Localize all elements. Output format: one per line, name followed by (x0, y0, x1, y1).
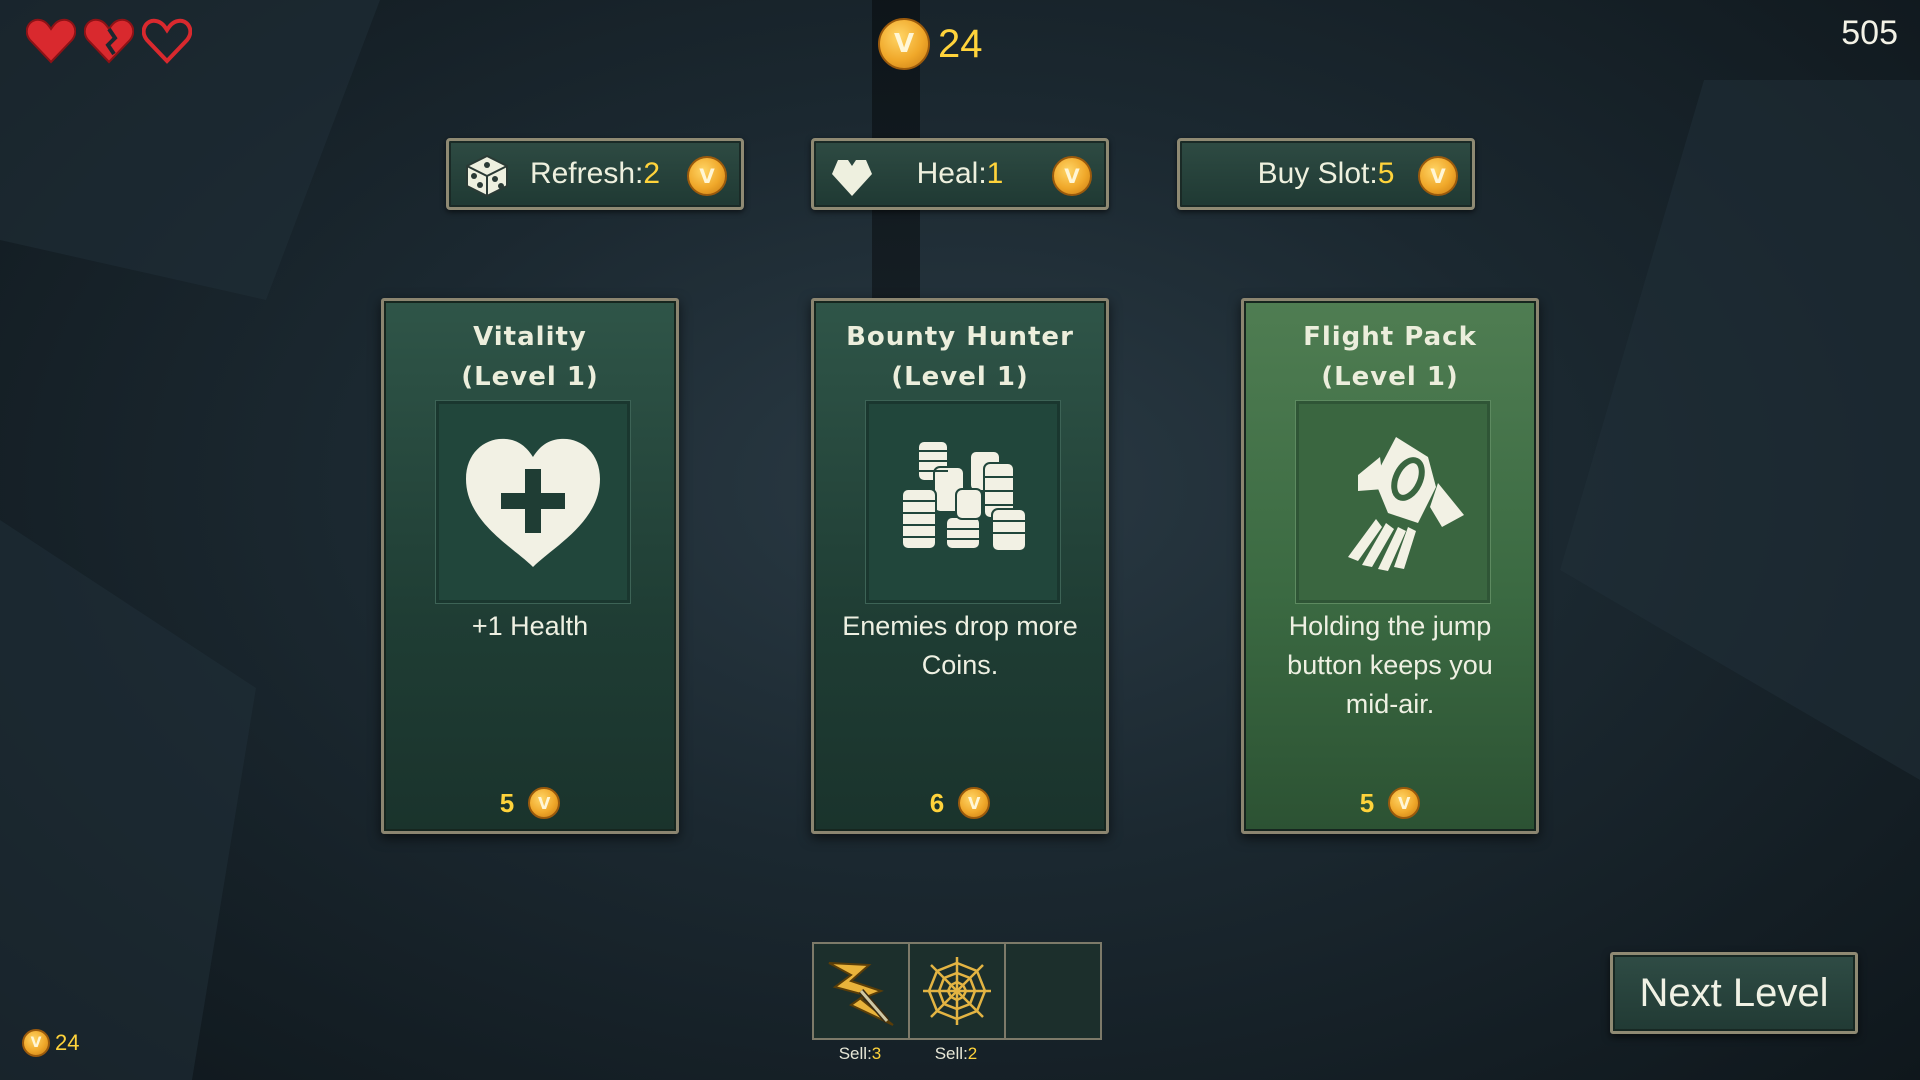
sell-text: Sell: (838, 1044, 872, 1063)
coin-icon: ᐯ (1052, 156, 1092, 196)
card-price-value: 5 (1359, 787, 1375, 818)
card-art (436, 401, 630, 603)
refresh-button[interactable]: Refresh:2 ᐯ (446, 138, 744, 210)
card-price: 5 ᐯ (384, 787, 676, 819)
inventory-bar (812, 942, 1102, 1040)
card-description: +1 Health (471, 611, 589, 641)
inventory-slot-1[interactable] (812, 942, 910, 1040)
upgrade-card-vitality[interactable]: Vitality (Level 1) +1 Health 5 ᐯ (381, 298, 679, 834)
coin-counter-small: ᐯ 24 (22, 1029, 79, 1057)
card-name: Flight Pack (1303, 322, 1477, 352)
card-level: (Level 1) (461, 362, 599, 392)
lightning-sword-icon (828, 962, 894, 1026)
heal-cost: 1 (986, 157, 1004, 190)
inventory-slot-2[interactable] (908, 942, 1006, 1040)
coin-icon: ᐯ (958, 787, 991, 819)
card-name: Bounty Hunter (846, 322, 1074, 352)
card-price: 6 ᐯ (814, 787, 1106, 819)
buy-slot-text: Buy Slot: (1257, 157, 1378, 190)
heart-plus-icon (466, 438, 600, 567)
card-name: Vitality (473, 322, 587, 352)
background-rock (0, 520, 256, 1080)
card-price-value: 6 (929, 787, 945, 818)
card-price: 5 ᐯ (1244, 787, 1536, 819)
coin-amount-small: 24 (55, 1030, 80, 1055)
refresh-cost: 2 (643, 157, 661, 190)
coin-icon: ᐯ (22, 1029, 50, 1057)
coin-stacks-icon (901, 440, 1027, 552)
buy-slot-cost: 5 (1377, 157, 1395, 190)
heart-cracked-icon (84, 18, 134, 64)
sell-label-2[interactable]: Sell:2 (908, 1044, 1004, 1064)
score: 505 (1841, 14, 1898, 52)
card-description: Holding the jump button keeps you mid-ai… (1287, 611, 1493, 719)
coin-icon: ᐯ (687, 156, 727, 196)
card-price-value: 5 (499, 787, 515, 818)
coin-icon: ᐯ (1418, 156, 1458, 196)
spider-web-icon (923, 957, 991, 1025)
heart-full-icon (26, 18, 76, 64)
card-title: Flight Pack (Level 1) (1244, 317, 1536, 397)
coin-icon: ᐯ (1388, 787, 1421, 819)
heart-empty-icon (142, 18, 192, 64)
card-art (866, 401, 1060, 603)
next-level-button[interactable]: Next Level (1610, 952, 1858, 1034)
card-title: Vitality (Level 1) (384, 317, 676, 397)
card-title: Bounty Hunter (Level 1) (814, 317, 1106, 397)
health-hearts (26, 18, 192, 64)
coin-counter: ᐯ 24 (878, 18, 983, 70)
coin-icon: ᐯ (878, 18, 930, 70)
heal-button[interactable]: Heal:1 ᐯ (811, 138, 1109, 210)
upgrade-card-flight-pack[interactable]: Flight Pack (Level 1) Holding the jump b… (1241, 298, 1539, 834)
card-description: Enemies drop more Coins. (842, 611, 1078, 680)
sell-value: 2 (967, 1044, 978, 1063)
card-level: (Level 1) (891, 362, 1029, 392)
sell-label-1[interactable]: Sell:3 (812, 1044, 908, 1064)
card-level: (Level 1) (1321, 362, 1459, 392)
card-art (1296, 401, 1490, 603)
buy-slot-button[interactable]: Buy Slot:5 ᐯ (1177, 138, 1475, 210)
upgrade-card-bounty-hunter[interactable]: Bounty Hunter (Level 1) Enemies drop mor… (811, 298, 1109, 834)
sell-value: 3 (871, 1044, 882, 1063)
inventory-slot-empty[interactable] (1004, 942, 1102, 1040)
heal-text: Heal: (916, 157, 987, 190)
jetpack-icon (1348, 437, 1464, 571)
sell-text: Sell: (934, 1044, 968, 1063)
background-rock (1560, 80, 1920, 780)
sell-labels: Sell:3 Sell:2 (812, 1044, 1004, 1064)
coin-amount: 24 (938, 21, 983, 66)
refresh-text: Refresh: (529, 157, 644, 190)
coin-icon: ᐯ (528, 787, 561, 819)
